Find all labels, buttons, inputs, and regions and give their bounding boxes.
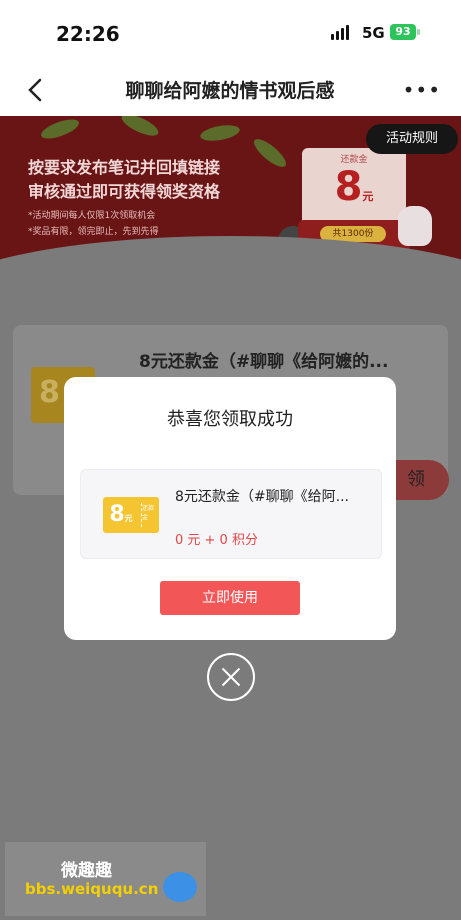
watermark-name: 微趣趣 — [61, 861, 112, 881]
coupon-ticket-icon: 8元 还款金 — [103, 497, 159, 533]
coupon-title: 8元还款金（#聊聊《给阿嬷的... — [139, 352, 389, 372]
status-time: 22:26 — [56, 22, 120, 46]
activity-banner: 按要求发布笔记并回填链接 审核通过即可获得领奖资格 *活动期间每人仅限1次领取机… — [0, 116, 461, 286]
mascot-image — [398, 206, 432, 246]
signal-icon — [331, 24, 353, 40]
battery-icon: 93 — [390, 24, 420, 40]
banner-line1: 按要求发布笔记并回填链接 — [28, 158, 221, 177]
rules-button[interactable]: 活动规则 — [366, 124, 458, 154]
watermark: 微趣趣 bbs.weiququ.cn — [5, 842, 206, 916]
back-icon[interactable] — [22, 76, 50, 104]
page-title: 聊聊给阿嬷的情书观后感 — [125, 80, 335, 102]
dialog-title: 恭喜您领取成功 — [167, 409, 293, 430]
close-icon[interactable] — [207, 653, 255, 701]
cash-amount: 8元 — [334, 164, 374, 210]
coupon-price: 0 元 + 0 积分 — [175, 533, 258, 548]
banner-line2: 审核通过即可获得领奖资格 — [28, 182, 221, 201]
banner-note2: *奖品有限，领完即止，先到先得 — [28, 227, 159, 237]
banner-note1: *活动期间每人仅限1次领取机会 — [28, 211, 156, 221]
success-dialog: 恭喜您领取成功 8元 还款金 8元还款金（#聊聊《给阿... 0 元 + 0 积… — [64, 377, 396, 640]
watermark-url: bbs.weiququ.cn — [25, 880, 159, 898]
watermark-mascot-icon — [163, 872, 197, 902]
use-now-button[interactable]: 立即使用 — [160, 581, 300, 615]
status-bar: 22:26 5G 93 — [0, 0, 461, 64]
network-type: 5G — [362, 24, 385, 42]
claim-button[interactable]: 领 — [393, 460, 449, 500]
coupon-name: 8元还款金（#聊聊《给阿... — [175, 489, 349, 505]
nav-bar: 聊聊给阿嬷的情书观后感 ••• — [0, 64, 461, 116]
dialog-coupon: 8元 还款金 8元还款金（#聊聊《给阿... 0 元 + 0 积分 — [80, 469, 382, 559]
more-icon[interactable]: ••• — [403, 78, 441, 102]
